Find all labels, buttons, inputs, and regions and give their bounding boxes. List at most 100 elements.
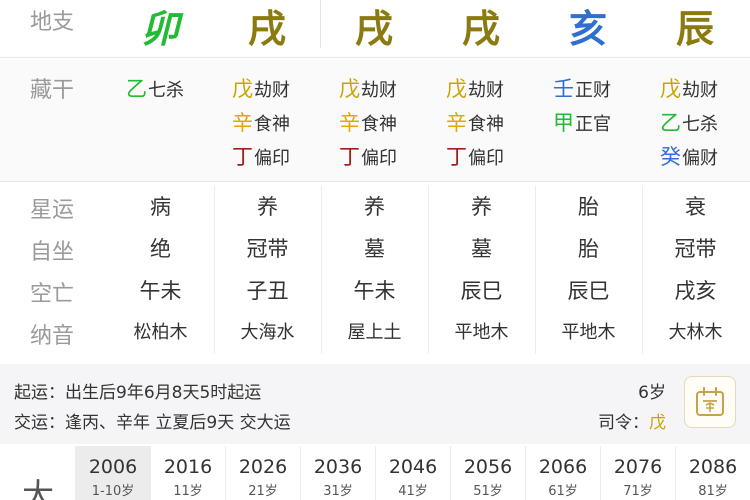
column-divider (642, 186, 643, 354)
nayin-cell: 平地木 (561, 322, 616, 343)
canggan-god: 偏印 (361, 148, 397, 169)
column-divider (428, 186, 429, 354)
kongwang-cell: 辰巳 (567, 279, 610, 303)
canggan-column: 乙七杀 (126, 72, 226, 106)
canggan-stem: 乙 (126, 77, 147, 101)
pillar-info-grid: 星运 病养养养胎衰 自坐 绝冠带墓墓胎冠带 空亡 午未 子丑 午未 辰巳 辰巳 戌亥 纳音… (0, 186, 750, 354)
kongwang-cell: 午未 (139, 279, 182, 303)
dizhi-char: 戌 (247, 6, 286, 51)
dayun-year: 2006 (88, 456, 138, 478)
canggan-stem: 乙 (660, 111, 681, 135)
dayun-year: 2036 (313, 456, 363, 478)
canggan-item: 癸偏财 (660, 140, 750, 174)
canggan-god: 劫财 (468, 80, 504, 101)
canggan-column: 戊劫财 乙七杀 癸偏财 (660, 72, 750, 174)
canggan-row: 藏干 乙七杀 戊劫财 辛食神 丁偏印 戊劫财 辛食神 丁偏印 戊劫财 辛食神 丁偏印 壬正财 甲正官戊… (0, 60, 750, 182)
dayun-cell[interactable]: 2036 31岁 (300, 446, 375, 500)
siling-label: 司令： (598, 413, 649, 433)
zizuo-cell: 墓 (471, 237, 492, 261)
dayun-label: 大 (22, 476, 55, 500)
xingyun-cell: 养 (364, 195, 385, 219)
zizuo-row: 自坐 绝 冠带 墓 墓 胎 冠带 (0, 228, 750, 270)
canggan-stem: 甲 (553, 111, 574, 135)
kongwang-label: 空亡 (30, 282, 75, 307)
dayun-cell[interactable]: 2066 61岁 (525, 446, 600, 500)
canggan-item: 戊劫财 (232, 72, 332, 106)
canggan-stem: 丁 (339, 145, 360, 169)
kongwang-row: 空亡 午未 子丑 午未 辰巳 辰巳 戌亥 (0, 270, 750, 312)
qiyun-line: 起运：出生后9年6月8天5时起运 (14, 378, 261, 403)
canggan-stem: 丁 (232, 145, 253, 169)
canggan-god: 偏财 (682, 148, 718, 169)
xingyun-cell: 胎 (578, 195, 599, 219)
nayin-cell: 大林木 (668, 322, 723, 343)
yun-panel: 起运：出生后9年6月8天5时起运 交运：逢丙、辛年 立夏后9天 交大运 6岁 司… (0, 364, 750, 444)
canggan-column: 戊劫财 辛食神 丁偏印 (232, 72, 332, 174)
dayun-cell[interactable]: 2006 1-10岁 (75, 446, 150, 500)
dizhi-row: 地支 卯 戌 戌 戌 亥 辰 (0, 0, 750, 58)
xingyun-cell: 衰 (685, 195, 706, 219)
dayun-cell[interactable]: 2046 41岁 (375, 446, 450, 500)
dayun-year: 2086 (688, 456, 738, 478)
canggan-god: 正官 (575, 114, 611, 135)
nayin-cell: 平地木 (454, 322, 509, 343)
dizhi-char: 卯 (140, 6, 179, 51)
nayin-cell: 屋上土 (347, 322, 402, 343)
dizhi-char: 戌 (461, 6, 500, 51)
dayun-age: 81岁 (698, 484, 728, 499)
dayun-age: 41岁 (398, 484, 428, 499)
calendar-button[interactable] (684, 376, 736, 428)
dayun-cell[interactable]: 2026 21岁 (225, 446, 300, 500)
canggan-stem: 戊 (232, 77, 253, 101)
dayun-year: 2076 (613, 456, 663, 478)
canggan-column: 戊劫财 辛食神 丁偏印 (446, 72, 546, 174)
column-divider (535, 186, 536, 354)
dayun-age: 61岁 (548, 484, 578, 499)
kongwang-cell: 辰巳 (460, 279, 503, 303)
canggan-god: 七杀 (682, 114, 718, 135)
canggan-god: 七杀 (148, 80, 184, 101)
dayun-year: 2026 (238, 456, 288, 478)
dayun-age: 51岁 (473, 484, 503, 499)
dayun-cell[interactable]: 2056 51岁 (450, 446, 525, 500)
xingyun-label: 星运 (30, 198, 75, 223)
canggan-item: 辛食神 (446, 106, 546, 140)
canggan-god: 偏印 (254, 148, 290, 169)
dayun-cell[interactable]: 2016 11岁 (150, 446, 225, 500)
dayun-age: 31岁 (323, 484, 353, 499)
qiyun-age: 6岁 (638, 383, 666, 403)
kongwang-cell: 子丑 (246, 279, 289, 303)
xingyun-row: 星运 病 养 养 养 胎 衰 (0, 186, 750, 228)
zizuo-cell: 绝 (150, 237, 171, 261)
canggan-god: 食神 (361, 114, 397, 135)
canggan-stem: 癸 (660, 145, 681, 169)
xingyun-cell: 养 (471, 195, 492, 219)
dayun-cell[interactable]: 2086 81岁 (675, 446, 750, 500)
canggan-item: 戊劫财 (446, 72, 546, 106)
canggan-item: 甲正官 (553, 106, 653, 140)
calendar-icon (696, 387, 724, 416)
zizuo-cell: 冠带 (674, 237, 717, 261)
dayun-cell[interactable]: 2076 71岁 (600, 446, 675, 500)
canggan-column: 戊劫财 辛食神 丁偏印 (339, 72, 439, 174)
dayun-year: 2016 (163, 456, 213, 478)
canggan-item: 丁偏印 (232, 140, 332, 174)
canggan-stem: 辛 (232, 111, 253, 135)
canggan-stem: 戊 (660, 77, 681, 101)
siling-value: 戊 (649, 413, 666, 433)
canggan-stem: 壬 (553, 77, 574, 101)
canggan-item: 丁偏印 (446, 140, 546, 174)
zizuo-cell: 冠带 (246, 237, 289, 261)
nayin-row: 纳音 松柏木 大海水 屋上土 平地木 平地木 大林木 (0, 312, 750, 354)
canggan-item: 乙七杀 (660, 106, 750, 140)
canggan-stem: 丁 (446, 145, 467, 169)
zizuo-cell: 胎 (578, 237, 599, 261)
dayun-year: 2066 (538, 456, 588, 478)
dayun-age: 71岁 (623, 484, 653, 499)
canggan-item: 戊劫财 (339, 72, 439, 106)
xingyun-cell: 养 (257, 195, 278, 219)
siling: 司令：戊 (598, 408, 666, 433)
canggan-column: 壬正财 甲正官 (553, 72, 653, 140)
qiyun-label: 起运： (14, 383, 65, 403)
canggan-item: 壬正财 (553, 72, 653, 106)
